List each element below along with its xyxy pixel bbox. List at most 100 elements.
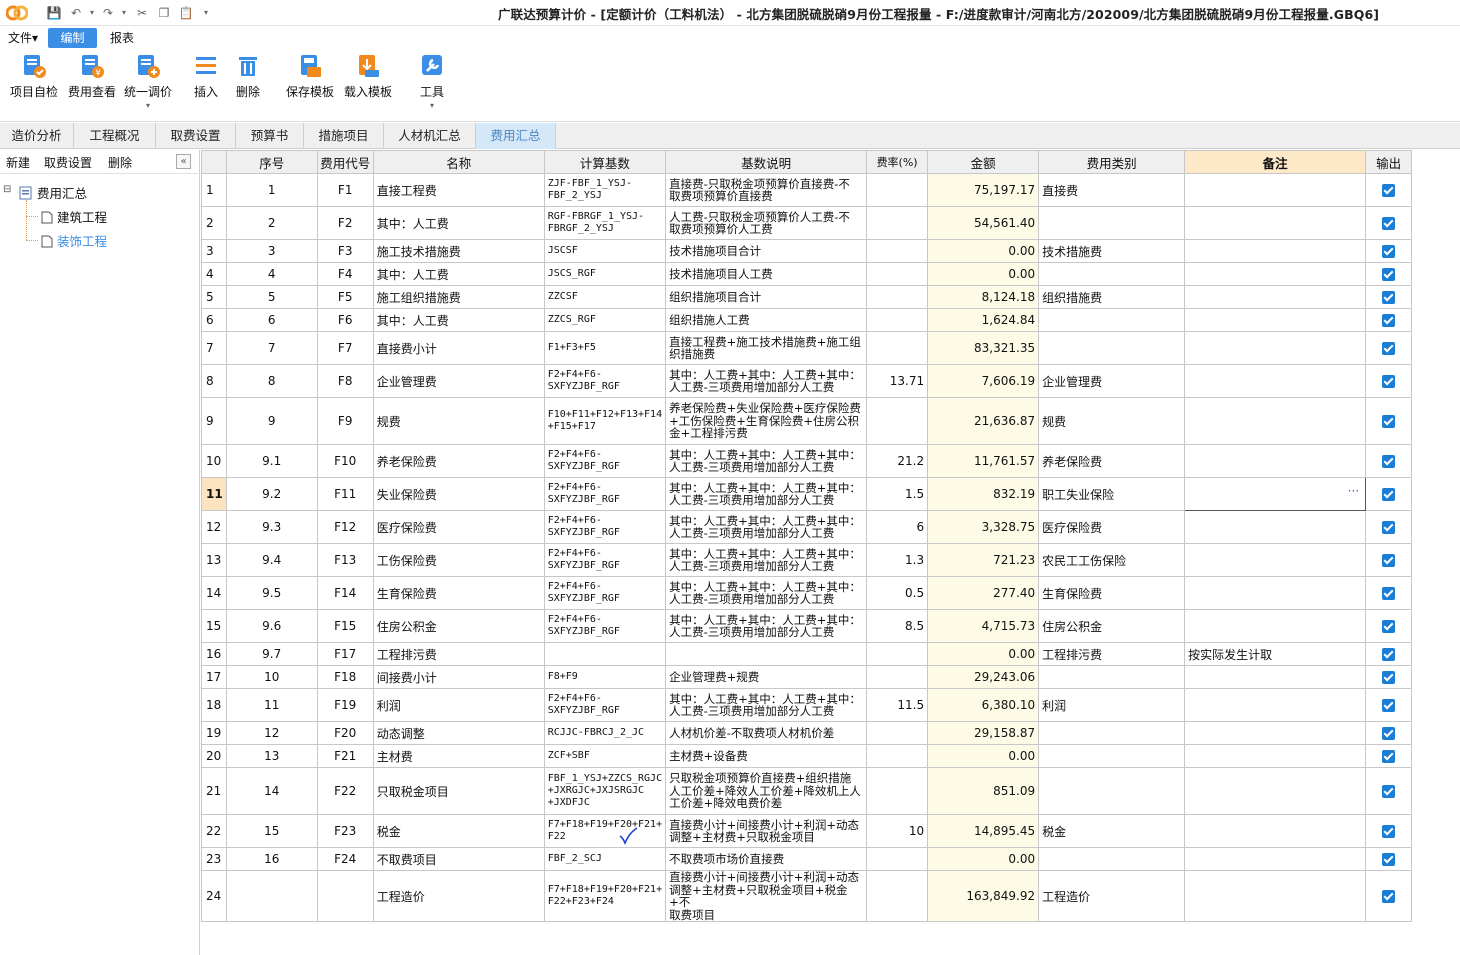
amount-cell[interactable]: 163,849.92 [927, 870, 1040, 922]
tree-collapse-icon[interactable]: ⊟ [3, 184, 11, 195]
remark-cell[interactable] [1184, 543, 1367, 577]
amount-cell[interactable]: 3,328.75 [927, 510, 1040, 544]
seq-cell[interactable] [225, 870, 318, 922]
amount-cell[interactable]: 832.19 [927, 477, 1040, 511]
amount-cell[interactable]: 29,158.87 [927, 721, 1040, 745]
tab-cost-analysis[interactable]: 造价分析 [0, 123, 74, 149]
name-cell[interactable]: 生育保险费 [372, 576, 545, 610]
category-cell[interactable] [1038, 206, 1186, 240]
output-checkbox[interactable] [1382, 554, 1396, 567]
amount-cell[interactable]: 0.00 [927, 239, 1040, 263]
seq-cell[interactable]: 1 [225, 173, 318, 207]
name-cell[interactable]: 施工技术措施费 [372, 239, 545, 263]
fee-code-cell[interactable]: F19 [316, 688, 374, 722]
table-row[interactable]: 21 14 F22 只取税金项目 FBF_1_YSJ+ZZCS_RGJC +JXRGJC… [201, 767, 1413, 815]
rate-cell[interactable]: 0.5 [866, 576, 929, 610]
delete-button[interactable]: 删除 [230, 53, 266, 100]
base-desc-cell[interactable]: 组织措施项目合计 [665, 285, 868, 309]
new-button[interactable]: 新建 [6, 154, 30, 171]
tab-project-overview[interactable]: 工程概况 [74, 123, 156, 149]
rate-cell[interactable] [866, 847, 929, 871]
table-row[interactable]: 20 13 F21 主材费 ZCF+SBF 主材费+设备费 0.00 [201, 744, 1413, 768]
base-desc-cell[interactable]: 企业管理费+规费 [665, 665, 868, 689]
output-checkbox[interactable] [1382, 415, 1396, 428]
self-check-button[interactable]: 项目自检 [8, 53, 60, 100]
table-row[interactable]: 9 9 F9 规费 F10+F11+F12+F13+F14 +F15+F17 养老保险费+… [201, 397, 1413, 445]
base-desc-cell[interactable]: 其中：人工费+其中：人工费+其中： 人工费-三项费用增加部分人工费 [665, 688, 868, 722]
calc-base-cell[interactable]: JSCSF [543, 239, 667, 263]
category-cell[interactable]: 组织措施费 [1038, 285, 1186, 309]
remark-cell[interactable] [1184, 847, 1367, 871]
fee-code-cell[interactable]: F20 [316, 721, 374, 745]
save-icon[interactable]: 💾 [46, 4, 62, 22]
seq-cell[interactable]: 9.3 [225, 510, 318, 544]
output-checkbox[interactable] [1382, 620, 1396, 633]
undo-dropdown-icon[interactable]: ▾ [84, 4, 100, 22]
name-cell[interactable]: 直接费小计 [372, 331, 545, 365]
calc-base-cell[interactable]: FBF_2_SCJ [543, 847, 667, 871]
rate-cell[interactable] [866, 870, 929, 922]
category-cell[interactable]: 工程造价 [1038, 870, 1186, 922]
remark-cell[interactable] [1184, 688, 1367, 722]
menu-edit[interactable]: 编制 [48, 28, 97, 48]
fee-code-cell[interactable] [316, 870, 374, 922]
seq-cell[interactable]: 16 [225, 847, 318, 871]
fee-code-cell[interactable]: F8 [316, 364, 374, 398]
seq-cell[interactable]: 9.4 [225, 543, 318, 577]
calc-base-cell[interactable]: F8+F9 [543, 665, 667, 689]
remark-cell[interactable] [1184, 331, 1367, 365]
table-row[interactable]: 8 8 F8 企业管理费 F2+F4+F6- SXFYZJBF_RGF 其中：人工费+其中… [201, 364, 1413, 398]
remark-cell[interactable]: 按实际发生计取 [1184, 642, 1367, 666]
output-checkbox[interactable] [1382, 825, 1396, 838]
base-desc-cell[interactable]: 不取费项市场价直接费 [665, 847, 868, 871]
name-cell[interactable]: 其中：人工费 [372, 206, 545, 240]
name-cell[interactable]: 税金 [372, 814, 545, 848]
unified-price-button[interactable]: 统一调价 ▾ [122, 53, 174, 110]
amount-cell[interactable]: 8,124.18 [927, 285, 1040, 309]
redo-icon[interactable]: ↷ [100, 4, 116, 22]
fee-code-cell[interactable]: F24 [316, 847, 374, 871]
seq-cell[interactable]: 11 [225, 688, 318, 722]
paste-icon[interactable]: 📋 [178, 4, 194, 22]
rate-cell[interactable] [866, 285, 929, 309]
table-row[interactable]: 13 9.4 F13 工伤保险费 F2+F4+F6- SXFYZJBF_RGF 其中：人工… [201, 543, 1413, 577]
tools-button[interactable]: 工具 ▾ [414, 53, 450, 110]
calc-base-cell[interactable]: F2+F4+F6- SXFYZJBF_RGF [543, 576, 667, 610]
unified-price-dropdown-icon[interactable]: ▾ [122, 102, 174, 110]
rate-cell[interactable]: 21.2 [866, 444, 929, 478]
seq-cell[interactable]: 9 [225, 397, 318, 445]
amount-cell[interactable]: 851.09 [927, 767, 1040, 815]
output-checkbox[interactable] [1382, 314, 1396, 327]
calc-base-cell[interactable]: F1+F3+F5 [543, 331, 667, 365]
cut-icon[interactable]: ✂ [134, 4, 150, 22]
seq-cell[interactable]: 4 [225, 262, 318, 286]
rate-cell[interactable] [866, 239, 929, 263]
calc-base-cell[interactable]: ZZCSF [543, 285, 667, 309]
seq-cell[interactable]: 15 [225, 814, 318, 848]
output-checkbox[interactable] [1382, 853, 1396, 866]
base-desc-cell[interactable]: 人工费-只取税金项预算价人工费-不 取费项预算价人工费 [665, 206, 868, 240]
output-checkbox[interactable] [1382, 750, 1396, 763]
tab-budget-book[interactable]: 预算书 [236, 123, 304, 149]
base-desc-cell[interactable]: 直接费小计+间接费小计+利润+动态 调整+主材费+只取税金项目+税金+不 取费项… [665, 870, 868, 922]
output-checkbox[interactable] [1382, 342, 1396, 355]
rate-cell[interactable] [866, 173, 929, 207]
category-cell[interactable] [1038, 767, 1186, 815]
output-checkbox[interactable] [1382, 890, 1396, 903]
rate-cell[interactable]: 1.3 [866, 543, 929, 577]
tab-labor-material-summary[interactable]: 人材机汇总 [384, 123, 476, 149]
name-cell[interactable]: 不取费项目 [372, 847, 545, 871]
copy-icon[interactable]: ❐ [156, 4, 172, 22]
table-row[interactable]: 4 4 F4 其中：人工费 JSCS_RGF 技术措施项目人工费 0.00 [201, 262, 1413, 286]
category-cell[interactable]: 养老保险费 [1038, 444, 1186, 478]
remark-cell[interactable] [1184, 814, 1367, 848]
name-cell[interactable]: 住房公积金 [372, 609, 545, 643]
calc-base-cell[interactable]: ZCF+SBF [543, 744, 667, 768]
category-cell[interactable]: 利润 [1038, 688, 1186, 722]
amount-cell[interactable]: 4,715.73 [927, 609, 1040, 643]
fee-code-cell[interactable]: F3 [316, 239, 374, 263]
calc-base-cell[interactable]: FBF_1_YSJ+ZZCS_RGJC +JXRGJC+JXJSRGJC +JX… [543, 767, 667, 815]
calc-base-cell[interactable]: JSCS_RGF [543, 262, 667, 286]
table-row[interactable]: 15 9.6 F15 住房公积金 F2+F4+F6- SXFYZJBF_RGF 其中：人工… [201, 609, 1413, 643]
table-row[interactable]: 18 11 F19 利润 F2+F4+F6- SXFYZJBF_RGF 其中：人工费+其中… [201, 688, 1413, 722]
